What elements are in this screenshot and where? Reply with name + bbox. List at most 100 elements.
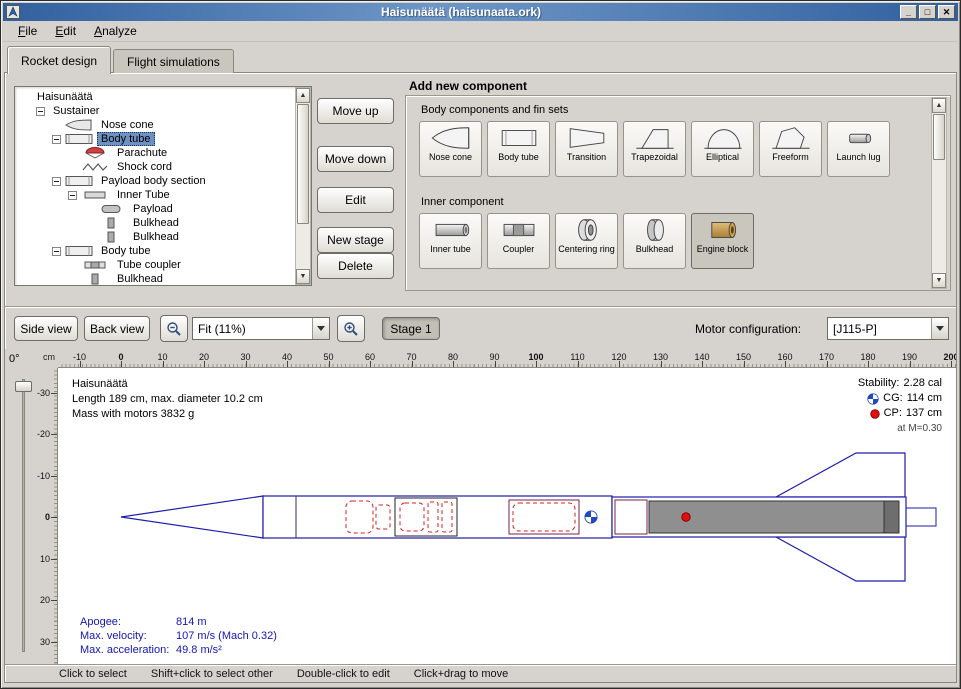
maximize-button[interactable]: □ [919,5,936,19]
component-button-label: Bulkhead [636,245,674,254]
tab-strip: Rocket design Flight simulations [7,46,236,73]
stability-value: 2.28 cal [903,376,942,391]
tree-item[interactable]: Bulkhead [15,216,311,230]
flight-stat-value: 814 m [176,615,207,629]
tree-item[interactable]: Inner Tube [15,188,311,202]
tree-action-button[interactable]: New stage [317,227,394,253]
scroll-down-button[interactable]: ▼ [932,273,946,288]
tree-item[interactable]: Haisunäätä [15,90,311,104]
tree-action-button[interactable]: Move up [317,98,394,124]
tree-action-button[interactable]: Edit [317,187,394,213]
inner-component-section-label: Inner component [421,196,504,208]
tree-item[interactable]: Payload body section [15,174,311,188]
motor-configuration-value: [J115-P] [833,322,877,336]
tree-expander-icon[interactable] [52,135,61,144]
tree-item[interactable]: Tube coupler [15,258,311,272]
menu-item[interactable]: Edit [46,22,85,40]
component-button[interactable]: Engine block [691,213,754,269]
body-components-section-label: Body components and fin sets [421,104,568,116]
component-button[interactable]: Body tube [487,121,550,177]
component-icon [65,133,93,145]
component-button-icon [430,124,472,152]
rotation-slider-thumb[interactable] [15,381,32,392]
motor-configuration-select[interactable]: [J115-P] [827,317,949,340]
scroll-up-button[interactable]: ▲ [932,98,946,113]
tab[interactable]: Flight simulations [113,49,234,73]
minimize-button[interactable]: _ [900,5,917,19]
component-button-icon [702,124,744,152]
zoom-in-button[interactable] [337,315,365,342]
component-button[interactable]: Trapezoidal [623,121,686,177]
tree-action-button[interactable]: Move down [317,146,394,172]
component-button-icon [498,124,540,152]
tree-item-label: Parachute [113,146,171,160]
tree-item-label: Tube coupler [113,258,185,272]
scrollbar-thumb[interactable] [297,104,309,224]
component-button-label: Coupler [503,245,535,254]
tree-scrollbar[interactable]: ▲ ▼ [295,87,311,285]
title-bar[interactable]: Haisunäätä (haisunaata.ork) _ □ ✕ [3,3,958,21]
component-button[interactable]: Launch lug [827,121,890,177]
cp-value: 137 cm [906,406,942,421]
tree-item[interactable]: Shock cord [15,160,311,174]
component-button-icon [430,216,472,244]
app-icon [6,5,20,19]
component-button[interactable]: Transition [555,121,618,177]
tree-item-label: Inner Tube [113,188,174,202]
chevron-down-icon[interactable] [312,318,329,339]
tree-expander-icon[interactable] [52,177,61,186]
menu-item[interactable]: Analyze [85,22,146,40]
flight-stat-row: Apogee: 814 m [80,615,277,629]
application-window: Haisunäätä (haisunaata.ork) _ □ ✕ File E… [0,0,961,689]
tree-item[interactable]: Body tube [15,244,311,258]
chevron-down-icon[interactable] [931,318,948,339]
rotation-slider-track[interactable] [22,379,25,652]
component-button[interactable]: Coupler [487,213,550,269]
scroll-up-button[interactable]: ▲ [296,88,310,103]
scroll-down-button[interactable]: ▼ [296,269,310,284]
component-button[interactable]: Centering ring [555,213,618,269]
rocket-info-line: Haisunäätä [72,377,263,392]
status-bar: Click to selectShift+click to select oth… [5,664,956,683]
tree-item[interactable]: Bulkhead [15,272,311,286]
component-icon [81,147,109,159]
back-view-button[interactable]: Back view [84,316,150,341]
menu-item[interactable]: File [9,22,46,40]
side-view-button[interactable]: Side view [14,316,78,341]
scrollbar-thumb[interactable] [933,114,945,160]
add-component-scrollbar[interactable]: ▲ ▼ [931,97,947,289]
component-button[interactable]: Inner tube [419,213,482,269]
tree-expander-icon[interactable] [68,191,77,200]
tree-item-label: Shock cord [113,160,176,174]
component-button[interactable]: Freeform [759,121,822,177]
component-button[interactable]: Bulkhead [623,213,686,269]
rocket-drawing-area[interactable]: HaisunäätäLength 189 cm, max. diameter 1… [58,368,956,664]
component-icon [97,231,125,243]
stage-1-toggle-button[interactable]: Stage 1 [382,317,440,340]
flight-stat-label: Max. velocity: [80,629,176,643]
component-button-icon [498,216,540,244]
zoom-level-select[interactable]: Fit (11%) [192,317,330,340]
tree-item[interactable]: Payload [15,202,311,216]
component-button-label: Engine block [697,245,749,254]
zoom-out-button[interactable] [160,315,188,342]
tree-action-button[interactable]: Delete [317,253,394,279]
tree-item[interactable]: Parachute [15,146,311,160]
component-icon [65,119,93,131]
tree-action-buttons: Move up Move down Edit New stage Delete [317,91,394,279]
tree-item[interactable]: Body tube [15,132,311,146]
tree-item-label: Body tube [97,132,155,146]
tree-item[interactable]: Nose cone [15,118,311,132]
tree-item[interactable]: Sustainer [15,104,311,118]
component-icon [81,189,109,201]
close-button[interactable]: ✕ [938,5,955,19]
component-tree[interactable]: Haisunäätä Sustainer Nose cone Body tube [14,86,312,286]
tree-expander-icon[interactable] [52,247,61,256]
tree-expander-icon[interactable] [36,107,45,116]
motor-configuration-label: Motor configuration: [695,322,801,336]
cp-symbol [682,513,690,521]
tree-item[interactable]: Bulkhead [15,230,311,244]
component-button[interactable]: Nose cone [419,121,482,177]
component-button[interactable]: Elliptical [691,121,754,177]
tab[interactable]: Rocket design [7,46,111,74]
